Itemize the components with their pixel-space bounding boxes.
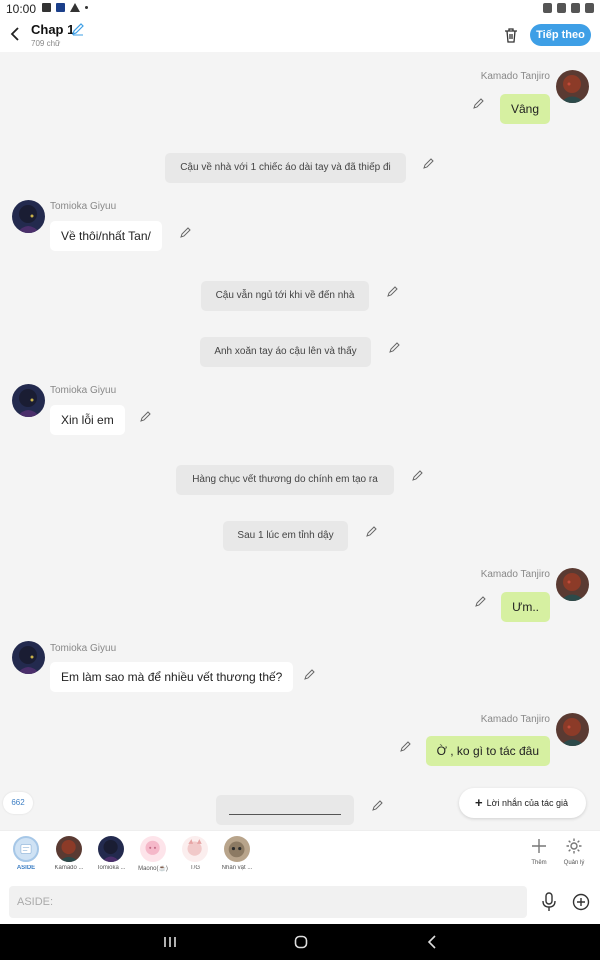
avatar — [56, 836, 82, 862]
word-count: 709 chữ — [31, 39, 61, 48]
narration-bubble[interactable]: Sau 1 lúc em tỉnh dậy — [223, 521, 348, 551]
message-bubble[interactable]: Vâng — [499, 94, 550, 124]
notification-icons — [42, 3, 88, 12]
character-nhan-vat[interactable]: Nhân vật ... — [219, 836, 255, 871]
pencil-icon[interactable] — [140, 410, 152, 422]
avatar-kamado[interactable] — [556, 713, 589, 746]
message-bubble[interactable]: Xin lỗi em — [50, 405, 125, 435]
empty-narration-bubble[interactable] — [216, 795, 354, 825]
system-nav-bar — [0, 924, 600, 960]
pencil-icon[interactable] — [475, 595, 487, 607]
nav-back-icon[interactable] — [424, 933, 442, 951]
plus-icon — [530, 837, 548, 855]
gear-icon — [565, 837, 583, 855]
input-row — [0, 880, 600, 924]
avatar — [98, 836, 124, 862]
text-cursor-line — [229, 814, 341, 815]
character-label: T/G — [190, 865, 200, 871]
character-label: Kamado ... — [54, 865, 84, 871]
character-bar: ASIDE Kamado ... Tomioka ... Maono(☕) T/… — [0, 830, 600, 880]
more-notifications-icon — [85, 6, 88, 9]
plus-icon: + — [475, 795, 483, 810]
system-icons — [543, 3, 594, 13]
narration-bubble[interactable]: Hàng chục vết thương do chính em tạo ra — [176, 465, 394, 495]
add-character-button[interactable]: Thêm — [524, 837, 554, 866]
chapter-title: Chap 1 — [31, 22, 75, 37]
recent-apps-icon[interactable] — [161, 933, 179, 951]
character-label: ASIDE — [16, 865, 36, 871]
author-note-label: Lời nhắn của tác giả — [486, 798, 569, 808]
microphone-icon[interactable] — [540, 892, 558, 912]
avatar — [140, 836, 166, 862]
avatar-tomioka[interactable] — [12, 641, 45, 674]
pencil-icon[interactable] — [366, 525, 378, 537]
status-bar: 10:00 — [0, 0, 600, 18]
chat-area: Kamado Tanjiro Vâng Cậu về nhà với 1 chi… — [0, 52, 600, 830]
next-button[interactable]: Tiếp theo — [530, 24, 591, 46]
avatar — [182, 836, 208, 862]
back-icon[interactable] — [6, 24, 26, 44]
pencil-icon[interactable] — [423, 157, 435, 169]
plus-circle-icon[interactable] — [572, 893, 590, 911]
narration-bubble[interactable]: Anh xoăn tay áo cậu lên và thấy — [200, 337, 371, 367]
message-bubble[interactable]: Về thôi/nhất Tan/ — [50, 221, 162, 251]
trash-icon[interactable] — [502, 26, 520, 44]
add-label: Thêm — [531, 860, 547, 866]
avatar-kamado[interactable] — [556, 568, 589, 601]
sender-name: Kamado Tanjiro — [480, 71, 550, 82]
character-label: Tomioka ... — [96, 865, 126, 871]
avatar-kamado[interactable] — [556, 70, 589, 103]
avatar-tomioka[interactable] — [12, 200, 45, 233]
message-bubble[interactable]: Em làm sao mà để nhiều vết thương thế? — [50, 662, 294, 692]
mute-icon — [557, 3, 566, 13]
manage-button[interactable]: Quản lý — [559, 837, 589, 866]
character-tg[interactable]: T/G — [177, 836, 213, 871]
pencil-icon[interactable] — [180, 226, 192, 238]
character-kamado[interactable]: Kamado ... — [51, 836, 87, 871]
pencil-icon[interactable] — [412, 469, 424, 481]
sender-name: Tomioka Giyuu — [50, 643, 117, 654]
author-note-button[interactable]: + Lời nhắn của tác giả — [459, 788, 586, 818]
character-aside[interactable]: ASIDE — [8, 836, 44, 871]
aside-icon — [13, 836, 39, 862]
pencil-icon[interactable] — [304, 668, 316, 680]
pencil-icon[interactable] — [387, 285, 399, 297]
sender-name: Tomioka Giyuu — [50, 385, 117, 396]
message-bubble[interactable]: Ưm.. — [501, 592, 550, 622]
avatar-tomioka[interactable] — [12, 384, 45, 417]
sender-name: Kamado Tanjiro — [480, 569, 550, 580]
top-bar: Chap 1 709 chữ Tiếp theo — [0, 18, 600, 52]
app-notification-icon — [56, 3, 65, 12]
sender-name: Tomioka Giyuu — [50, 201, 117, 212]
pencil-icon[interactable] — [389, 341, 401, 353]
message-bubble[interactable]: Ờ , ko gì to tác đâu — [425, 736, 550, 766]
sender-name: Kamado Tanjiro — [480, 714, 550, 725]
aside-input[interactable] — [9, 886, 527, 918]
gallery-icon — [42, 3, 51, 12]
status-time: 10:00 — [6, 2, 37, 16]
character-tomioka[interactable]: Tomioka ... — [93, 836, 129, 871]
message-counter[interactable]: 662 — [3, 792, 33, 814]
signal-icon — [585, 3, 594, 13]
home-icon[interactable] — [292, 933, 310, 951]
warning-icon — [70, 3, 80, 12]
narration-bubble[interactable]: Cậu về nhà với 1 chiếc áo dài tay và đã … — [165, 153, 406, 183]
manage-label: Quản lý — [563, 860, 585, 866]
character-label: Nhân vật ... — [221, 865, 253, 871]
pencil-icon[interactable] — [400, 740, 412, 752]
wifi-icon — [571, 3, 580, 13]
character-maono[interactable]: Maono(☕) — [135, 836, 171, 872]
alarm-icon — [543, 3, 552, 13]
edit-title-pencil-icon[interactable] — [71, 22, 85, 36]
character-label: Maono(☕) — [138, 866, 168, 872]
avatar — [224, 836, 250, 862]
pencil-icon[interactable] — [372, 799, 384, 811]
pencil-icon[interactable] — [473, 97, 485, 109]
narration-bubble[interactable]: Cậu vẫn ngủ tới khi về đến nhà — [201, 281, 369, 311]
